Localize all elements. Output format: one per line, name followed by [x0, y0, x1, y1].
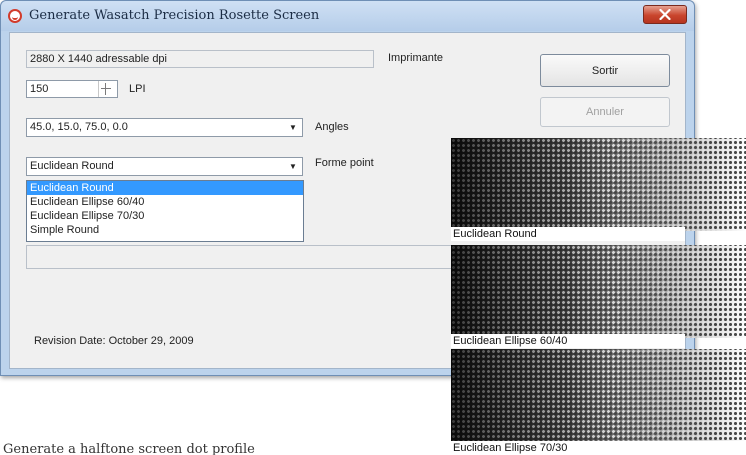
shape-option[interactable]: Simple Round	[27, 223, 303, 237]
shape-option[interactable]: Euclidean Ellipse 70/30	[27, 209, 303, 223]
cancel-button[interactable]: Annuler	[540, 97, 670, 127]
angles-dropdown[interactable]: 45.0, 15.0, 75.0, 0.0 ▼	[26, 118, 303, 137]
panel-label: Euclidean Ellipse 70/30	[451, 441, 746, 455]
caption-text: Generate a halftone screen dot profile	[3, 442, 255, 455]
lpi-spinner-icon[interactable]	[98, 81, 113, 97]
shape-option[interactable]: Euclidean Ellipse 60/40	[27, 195, 303, 209]
angles-value: 45.0, 15.0, 75.0, 0.0	[30, 121, 128, 133]
lpi-label: LPI	[129, 83, 146, 95]
shape-option[interactable]: Euclidean Round	[27, 181, 303, 195]
chevron-down-icon[interactable]: ▼	[285, 120, 301, 135]
lpi-value: 150	[30, 83, 49, 95]
printer-label: Imprimante	[388, 52, 444, 64]
chevron-down-icon[interactable]: ▼	[285, 159, 301, 174]
printer-field: 2880 X 1440 adressable dpi	[26, 50, 374, 68]
panel-label: Euclidean Ellipse 60/40	[451, 334, 685, 348]
euclidean-ellipse-60-40-preview	[451, 245, 746, 338]
revision-date: Revision Date: October 29, 2009	[34, 335, 194, 347]
exit-button[interactable]: Sortir	[540, 54, 670, 87]
figure-caption: Generate a halftone screen dot profile	[3, 437, 443, 455]
wasatch-logo-icon	[8, 9, 22, 23]
angles-label: Angles	[315, 121, 349, 133]
shape-dropdown[interactable]: Euclidean Round ▼	[26, 157, 303, 176]
shape-label: Forme point	[315, 157, 374, 169]
panel-label: Euclidean Round	[451, 227, 685, 241]
window-title: Generate Wasatch Precision Rosette Scree…	[29, 8, 320, 23]
shape-value: Euclidean Round	[30, 160, 114, 172]
shape-options-list[interactable]: Euclidean Round Euclidean Ellipse 60/40 …	[26, 180, 304, 242]
close-x-icon	[659, 9, 671, 20]
status-bar	[26, 245, 456, 269]
close-button[interactable]	[643, 5, 687, 24]
euclidean-ellipse-70-30-preview	[451, 349, 746, 441]
euclidean-round-preview	[451, 138, 746, 231]
title-bar[interactable]: Generate Wasatch Precision Rosette Scree…	[1, 1, 694, 31]
